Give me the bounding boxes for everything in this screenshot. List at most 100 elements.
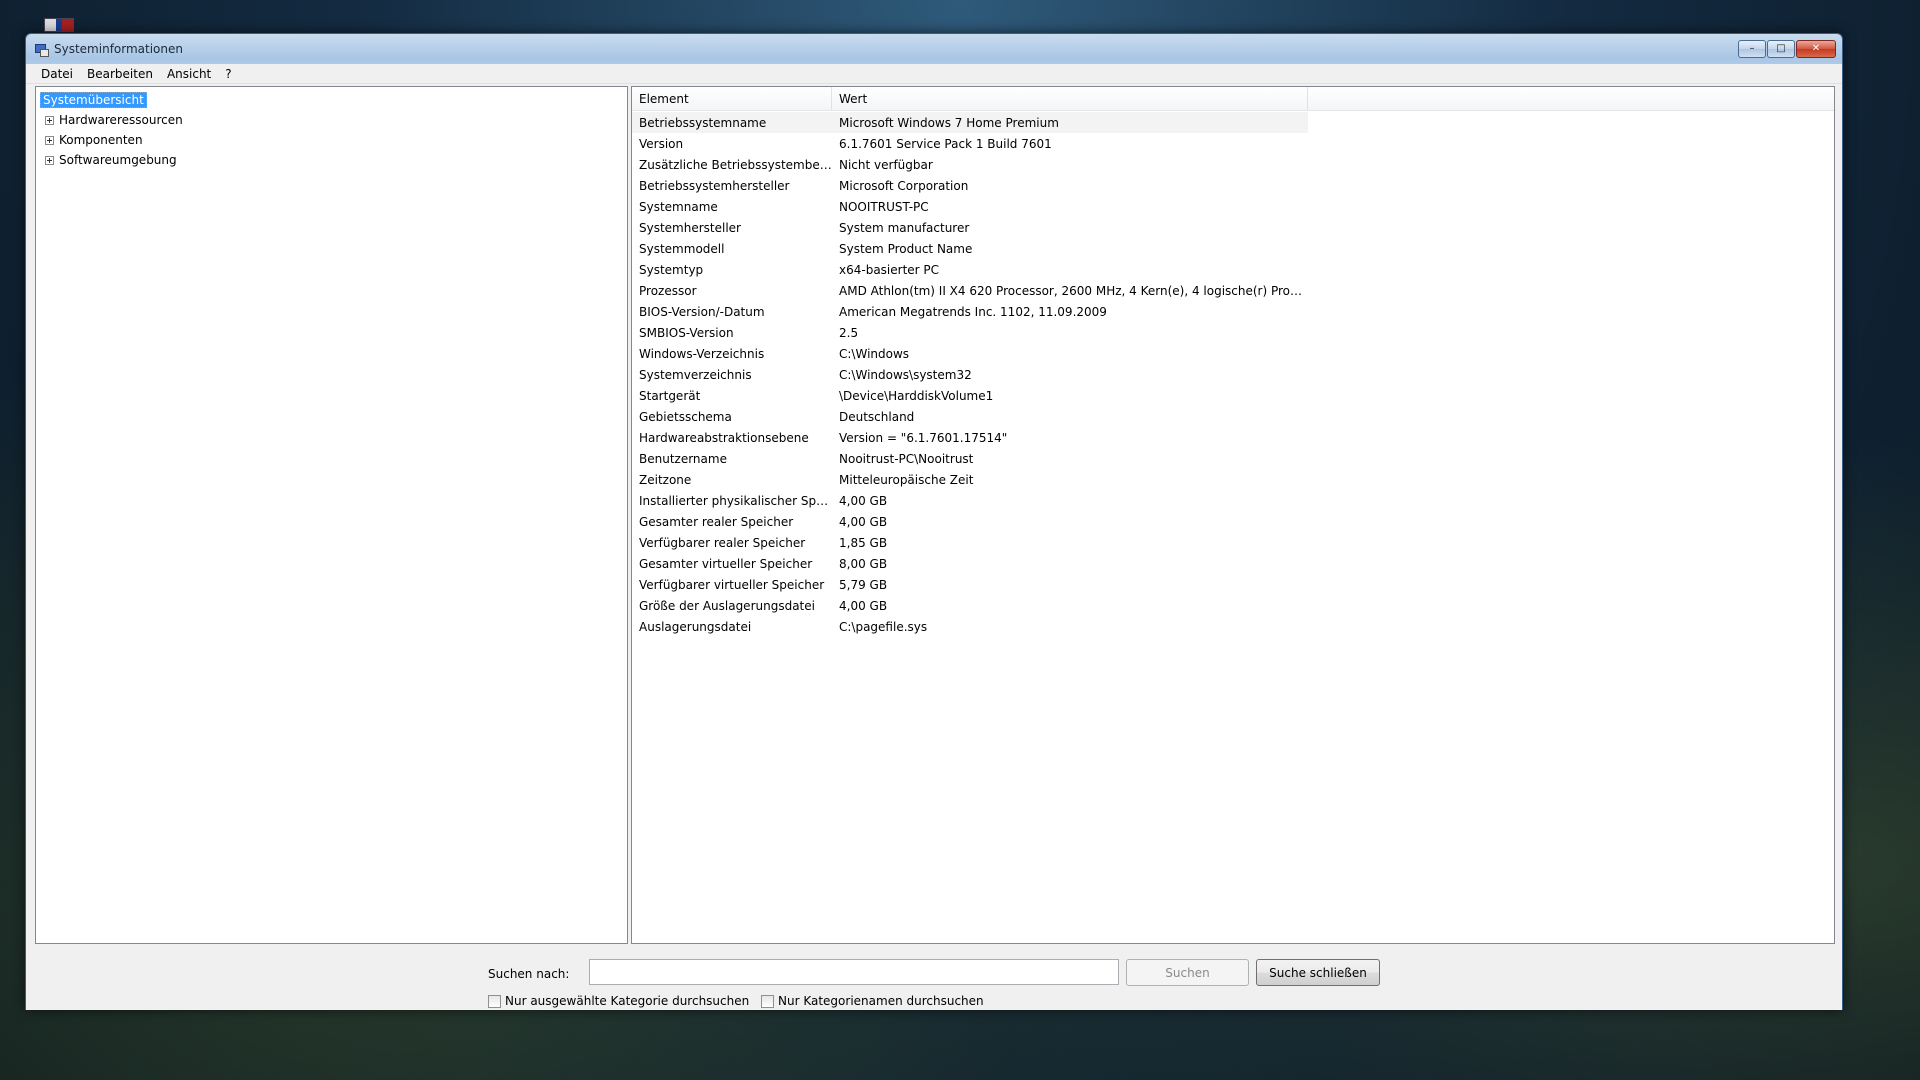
selected-category-checkbox[interactable] [488,994,501,1008]
tree-item-komponenten[interactable]: Komponenten [40,130,623,150]
table-row[interactable]: Startgerät \Device\HarddiskVolume1 [632,385,1834,406]
msinfo-app-icon [34,42,49,57]
table-row[interactable]: Benutzername Nooitrust-PC\Nooitrust [632,448,1834,469]
row-value: 1,85 GB [839,535,888,550]
row-value: Nicht verfügbar [839,157,933,172]
row-element: Version [639,136,684,151]
row-element: BIOS-Version/-Datum [639,304,765,319]
row-element: Startgerät [639,388,701,403]
row-value: System manufacturer [839,220,970,235]
row-value: 2.5 [839,325,859,340]
selected-category-label: Nur ausgewählte Kategorie durchsuchen [505,994,750,1008]
option-category-names[interactable]: Nur Kategorienamen durchsuchen [761,994,984,1008]
row-element: Systemhersteller [639,220,741,235]
table-row[interactable]: Betriebssystemname Microsoft Windows 7 Ho… [632,112,1308,133]
table-row[interactable]: Gesamter virtueller Speicher 8,00 GB [632,553,1834,574]
column-header-wert[interactable]: Wert [832,87,1308,110]
menu-ansicht[interactable]: Ansicht [160,67,218,81]
table-row[interactable]: Systemverzeichnis C:\Windows\system32 [632,364,1834,385]
menu-bearbeiten[interactable]: Bearbeiten [80,67,160,81]
table-row[interactable]: Verfügbarer realer Speicher 1,85 GB [632,532,1834,553]
maximize-button[interactable]: □ [1767,40,1795,58]
table-row[interactable]: Installierter physikalischer Speic... 4,0… [632,490,1834,511]
minimize-button[interactable]: – [1738,40,1766,58]
row-element: Größe der Auslagerungsdatei [639,598,815,613]
row-value: System Product Name [839,241,973,256]
row-value: 4,00 GB [839,493,888,508]
row-value: 5,79 GB [839,577,888,592]
table-row[interactable]: Windows-Verzeichnis C:\Windows [632,343,1834,364]
option-selected-category[interactable]: Nur ausgewählte Kategorie durchsuchen [488,994,749,1008]
row-value: 4,00 GB [839,598,888,613]
row-element: Systemverzeichnis [639,367,752,382]
table-row[interactable]: Betriebssystemhersteller Microsoft Corpor… [632,175,1834,196]
expand-plus-icon[interactable] [45,115,54,125]
row-element: Gebietsschema [639,409,732,424]
tree-root-label: Systemübersicht [40,92,147,108]
row-element: Zusätzliche Betriebssystembesc... [639,157,832,172]
table-row[interactable]: Systemname NOOITRUST-PC [632,196,1834,217]
column-header-filler [1308,87,1834,110]
menu-datei[interactable]: Datei [34,67,80,81]
search-input[interactable] [589,959,1119,985]
table-row[interactable]: Version 6.1.7601 Service Pack 1 Build 760… [632,133,1834,154]
category-tree[interactable]: Systemübersicht Hardwareressourcen Kompo… [35,86,628,944]
close-button[interactable]: ✕ [1796,40,1836,58]
table-row[interactable]: Auslagerungsdatei C:\pagefile.sys [632,616,1834,637]
table-row[interactable]: SMBIOS-Version 2.5 [632,322,1834,343]
tree-item-label: Softwareumgebung [59,153,177,167]
row-value: C:\Windows [839,346,910,361]
column-header-element[interactable]: Element [632,87,832,110]
close-search-button[interactable]: Suche schließen [1256,959,1380,986]
row-element: SMBIOS-Version [639,325,734,340]
row-value: Microsoft Windows 7 Home Premium [839,115,1059,130]
title-bar[interactable]: Systeminformationen – □ ✕ [26,34,1842,64]
tree-item-label: Hardwareressourcen [59,113,183,127]
table-row[interactable]: Zeitzone Mitteleuropäische Zeit [632,469,1834,490]
category-names-label: Nur Kategorienamen durchsuchen [778,994,984,1008]
tree-item-systemuebersicht[interactable]: Systemübersicht [40,90,623,110]
row-value: 8,00 GB [839,556,888,571]
row-element: Installierter physikalischer Speic... [639,493,832,508]
systeminfo-window: Systeminformationen – □ ✕ Datei Bearbeit… [25,33,1843,1010]
row-element: Prozessor [639,283,697,298]
list-rows: Betriebssystemname Microsoft Windows 7 Ho… [632,111,1834,637]
table-row[interactable]: Systemhersteller System manufacturer [632,217,1834,238]
desktop-flag-icon[interactable] [44,18,74,32]
row-value: 6.1.7601 Service Pack 1 Build 7601 [839,136,1052,151]
row-value: Deutschland [839,409,915,424]
table-row[interactable]: Gebietsschema Deutschland [632,406,1834,427]
category-names-checkbox[interactable] [761,994,774,1008]
row-value: Nooitrust-PC\Nooitrust [839,451,974,466]
table-row[interactable]: Gesamter realer Speicher 4,00 GB [632,511,1834,532]
search-panel: Suchen nach: Suchen Suche schließen Nur … [26,946,1842,1010]
window-controls: – □ ✕ [1738,40,1836,58]
table-row[interactable]: Prozessor AMD Athlon(tm) II X4 620 Proces… [632,280,1834,301]
menu-help[interactable]: ? [218,67,238,81]
details-list[interactable]: Element Wert Betriebssystemname Microsoft… [631,86,1835,944]
table-row[interactable]: Größe der Auslagerungsdatei 4,00 GB [632,595,1834,616]
row-element: Systemmodell [639,241,725,256]
row-element: Verfügbarer virtueller Speicher [639,577,825,592]
table-row[interactable]: Systemtyp x64-basierter PC [632,259,1834,280]
table-row[interactable]: Hardwareabstraktionsebene Version = "6.1.… [632,427,1834,448]
row-value: C:\pagefile.sys [839,619,928,634]
row-element: Gesamter virtueller Speicher [639,556,813,571]
row-value: C:\Windows\system32 [839,367,972,382]
expand-plus-icon[interactable] [45,135,54,145]
row-value: Version = "6.1.7601.17514" [839,430,1008,445]
search-button[interactable]: Suchen [1126,959,1249,986]
row-value: \Device\HarddiskVolume1 [839,388,994,403]
table-row[interactable]: Zusätzliche Betriebssystembesc... Nicht v… [632,154,1834,175]
row-element: Hardwareabstraktionsebene [639,430,809,445]
row-element: Benutzername [639,451,727,466]
table-row[interactable]: Verfügbarer virtueller Speicher 5,79 GB [632,574,1834,595]
tree-item-softwareumgebung[interactable]: Softwareumgebung [40,150,623,170]
tree-item-hardwareressourcen[interactable]: Hardwareressourcen [40,110,623,130]
table-row[interactable]: Systemmodell System Product Name [632,238,1834,259]
row-value: x64-basierter PC [839,262,940,277]
expand-plus-icon[interactable] [45,155,54,165]
row-element: Auslagerungsdatei [639,619,752,634]
row-element: Gesamter realer Speicher [639,514,794,529]
table-row[interactable]: BIOS-Version/-Datum American Megatrends I… [632,301,1834,322]
